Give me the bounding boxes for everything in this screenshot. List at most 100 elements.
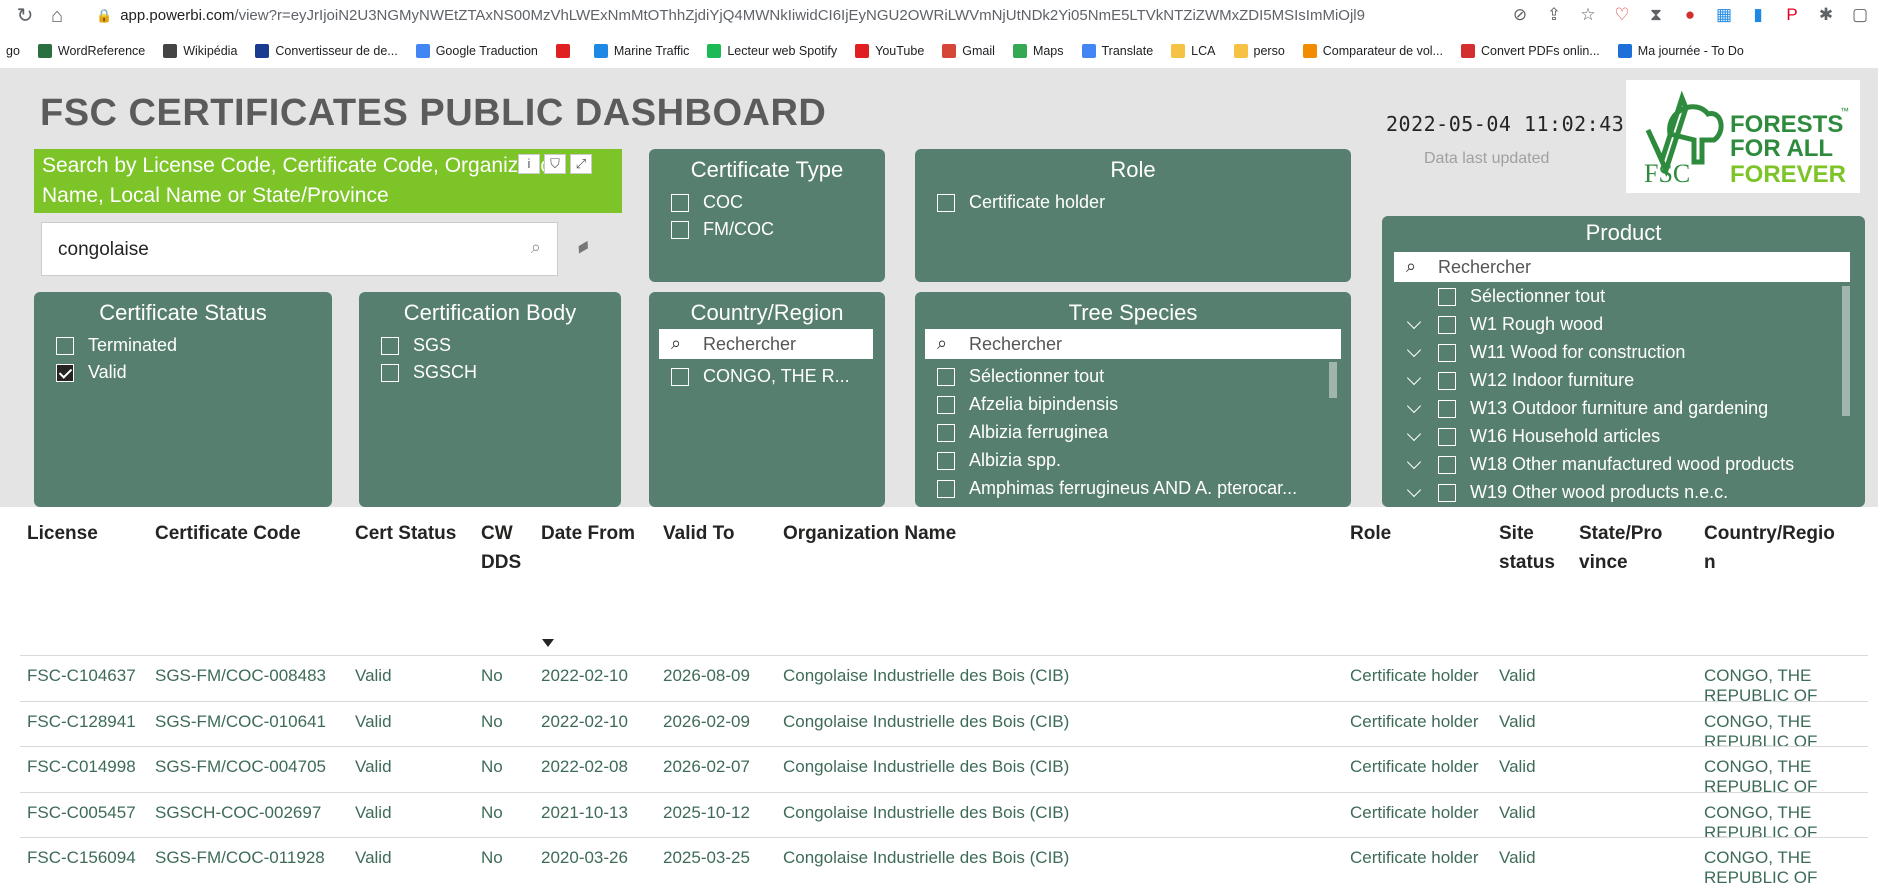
product-item[interactable]: W16 Household articles [1406,426,1660,447]
checkbox[interactable] [937,423,955,442]
bookmark-item[interactable]: Gmail [942,44,995,58]
bookmark-item[interactable]: Marine Traffic [593,44,689,58]
checkbox-checked[interactable] [56,363,74,382]
chevron-down-icon[interactable] [1406,345,1422,361]
bookmark-item[interactable] [555,44,576,58]
extension-red-icon[interactable]: ● [1680,5,1700,25]
tree-species-item[interactable]: Albizia spp. [937,450,1061,471]
bookmark-item[interactable]: Maps [1012,44,1064,58]
col-header-cert-status[interactable]: Cert Status [355,519,456,548]
bookmark-item[interactable]: Comparateur de vol... [1302,44,1443,58]
col-header-site-status[interactable]: Site status [1499,519,1555,577]
chevron-down-icon[interactable] [1406,485,1422,501]
tree-species-item[interactable]: Albizia ferruginea [937,422,1108,443]
bookmark-item[interactable]: Google Traduction [415,44,538,58]
col-header-date-from[interactable]: Date From [541,519,635,548]
checkbox[interactable] [937,367,955,386]
table-row[interactable]: FSC-C128941 SGS-FM/COC-010641 Valid No 2022-… [20,700,1868,751]
role-item[interactable]: Certificate holder [937,192,1105,213]
product-item[interactable]: W1 Rough wood [1406,314,1603,335]
hourglass-icon[interactable]: ⧗ [1646,5,1666,25]
checkbox[interactable] [1438,483,1456,502]
info-icon[interactable]: i [518,154,540,174]
product-item[interactable]: W13 Outdoor furniture and gardening [1406,398,1768,419]
reload-icon[interactable]: ↻ [14,5,36,27]
bars-icon[interactable]: ▮ [1748,5,1768,25]
bookmark-item[interactable]: go [6,44,20,58]
product-item[interactable]: Sélectionner tout [1438,286,1605,307]
checkbox[interactable] [1438,315,1456,334]
tree-species-scrollbar[interactable] [1329,362,1337,398]
country-item[interactable]: CONGO, THE R... [671,366,850,387]
search-input[interactable]: congolaise ⌕ [41,222,558,276]
checkbox[interactable] [1438,371,1456,390]
certificate-status-item-terminated[interactable]: Terminated [56,335,177,356]
checkbox[interactable] [937,395,955,414]
focus-mode-icon[interactable]: ⤢ [570,154,592,174]
checkbox[interactable] [937,451,955,470]
col-header-cw-dds[interactable]: CW DDS [481,519,521,577]
home-icon[interactable]: ⌂ [46,5,68,27]
checkbox[interactable] [381,336,399,355]
table-row[interactable]: FSC-C014998 SGS-FM/COC-004705 Valid No 2022-… [20,746,1868,796]
col-header-state-province[interactable]: State/Pro vince [1579,519,1662,577]
col-header-license[interactable]: License [27,519,98,548]
eye-off-icon[interactable]: ⊘ [1510,5,1530,25]
window-icon[interactable]: ▢ [1850,5,1870,25]
table-row[interactable]: FSC-C156094 SGS-FM/COC-011928 Valid No 2020-… [20,837,1868,887]
chevron-down-icon[interactable] [1406,401,1422,417]
puzzle-icon[interactable]: ✱ [1816,5,1836,25]
checkbox[interactable] [56,336,74,355]
tree-species-item[interactable]: Amphimas ferrugineus AND A. pterocar... [937,478,1297,499]
product-item[interactable]: W12 Indoor furniture [1406,370,1634,391]
bookmark-item[interactable]: YouTube [855,44,924,58]
checkbox[interactable] [671,367,689,386]
col-header-valid-to[interactable]: Valid To [663,519,734,548]
star-icon[interactable]: ☆ [1578,5,1598,25]
table-row[interactable]: FSC-C005457 SGSCH-COC-002697 Valid No 2021-1… [20,791,1868,842]
pinterest-icon[interactable]: P [1782,5,1802,25]
bookmark-item[interactable]: Wikipédia [163,44,237,58]
filter-icon[interactable]: ⛉ [544,154,566,174]
chevron-down-icon[interactable] [1406,373,1422,389]
chevron-down-icon[interactable] [1406,317,1422,333]
windows-icon[interactable]: ▦ [1714,5,1734,25]
bookmark-item[interactable]: Ma journée - To Do [1617,44,1744,58]
checkbox[interactable] [1438,287,1456,306]
checkbox[interactable] [1438,399,1456,418]
product-item[interactable]: W11 Wood for construction [1406,342,1685,363]
address-bar[interactable]: 🔒 app.powerbi.com/view?r=eyJrIjoiN2U3NGMy… [96,7,1365,24]
checkbox[interactable] [937,479,955,498]
bookmark-item[interactable]: Convertisseur de de... [255,44,398,58]
checkbox[interactable] [1438,455,1456,474]
sort-descending-icon[interactable] [542,639,554,647]
bookmark-item[interactable]: Translate [1081,44,1153,58]
product-search-input[interactable]: ⌕ Rechercher [1394,252,1850,282]
certification-body-item[interactable]: SGS [381,335,451,356]
tree-species-item[interactable]: Afzelia bipindensis [937,394,1118,415]
certificate-type-item[interactable]: COC [671,192,743,213]
checkbox[interactable] [671,220,689,239]
col-header-certificate-code[interactable]: Certificate Code [155,519,301,548]
col-header-organization-name[interactable]: Organization Name [783,519,956,548]
bookmark-item[interactable]: WordReference [37,44,145,58]
chevron-down-icon[interactable] [1406,457,1422,473]
checkbox[interactable] [937,193,955,212]
share-icon[interactable]: ⇪ [1544,5,1564,25]
bookmark-item[interactable]: LCA [1171,44,1216,58]
bookmark-item[interactable]: perso [1233,44,1285,58]
bookmark-item[interactable]: Lecteur web Spotify [707,44,837,58]
checkbox[interactable] [381,363,399,382]
chevron-down-icon[interactable] [1406,429,1422,445]
col-header-role[interactable]: Role [1350,519,1391,548]
clear-eraser-icon[interactable]: ▰ [572,234,594,259]
bookmark-item[interactable]: Convert PDFs onlin... [1460,44,1600,58]
tree-species-search-input[interactable]: ⌕ Rechercher [925,329,1341,359]
certification-body-item[interactable]: SGSCH [381,362,477,383]
product-item[interactable]: W18 Other manufactured wood products [1406,454,1794,475]
checkbox[interactable] [1438,343,1456,362]
tree-species-item[interactable]: Sélectionner tout [937,366,1104,387]
col-header-country-region[interactable]: Country/Regio n [1704,519,1835,577]
table-row[interactable]: FSC-C104637 SGS-FM/COC-008483 Valid No 2022-… [20,655,1868,705]
certificate-status-item-valid[interactable]: Valid [56,362,127,383]
